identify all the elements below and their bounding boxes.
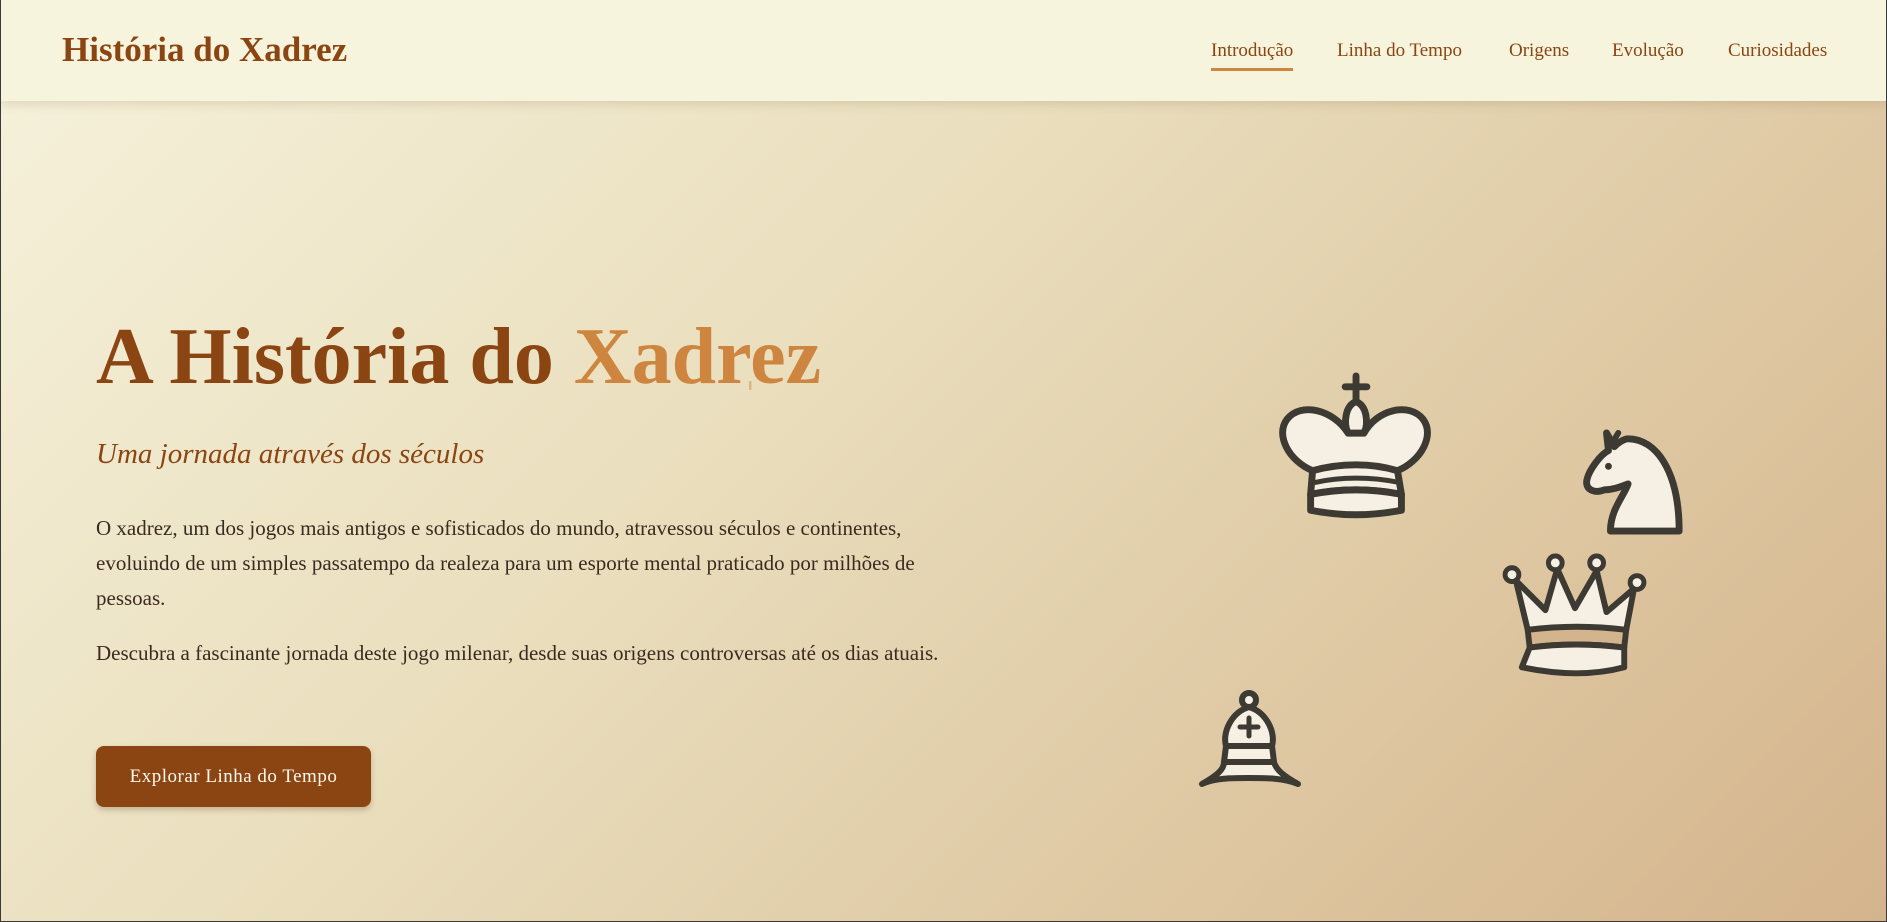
nav-link-introducao[interactable]: Introdução xyxy=(1211,40,1294,71)
king-icon xyxy=(1279,372,1437,526)
explore-timeline-button[interactable]: Explorar Linha do Tempo xyxy=(96,746,371,807)
hero-paragraph: Descubra a fascinante jornada deste jogo… xyxy=(96,641,939,665)
top-navbar: História do Xadrez Introdução Linha do T… xyxy=(1,0,1886,101)
page: História do Xadrez Introdução Linha do T… xyxy=(1,0,1886,921)
nav-link-linha-do-tempo[interactable]: Linha do Tempo xyxy=(1337,40,1462,68)
queen-icon xyxy=(1500,553,1648,683)
bishop-icon xyxy=(1196,690,1302,794)
hero-paragraph: O xadrez, um dos jogos mais antigos e so… xyxy=(96,516,915,610)
nav-link-curiosidades[interactable]: Curiosidades xyxy=(1728,40,1827,68)
hero-title-accent: Xadrez xyxy=(573,313,822,401)
hero-title: A História do Xadrez xyxy=(96,313,821,401)
main-nav: Introdução Linha do Tempo Origens Evoluç… xyxy=(1,40,1886,80)
knight-icon xyxy=(1579,425,1687,537)
nav-link-origens[interactable]: Origens xyxy=(1509,40,1569,68)
hero-subtitle: Uma jornada através dos séculos xyxy=(96,438,485,470)
nav-link-evolucao[interactable]: Evolução xyxy=(1612,40,1684,68)
hero-title-main: A História do xyxy=(96,313,574,401)
